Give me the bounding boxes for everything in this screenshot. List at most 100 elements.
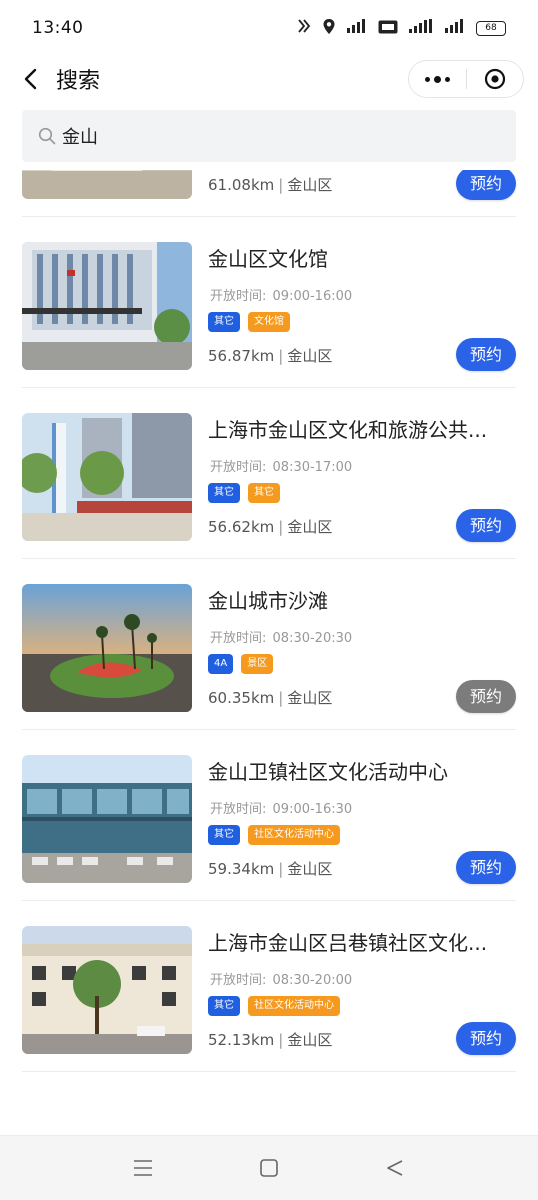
recent-apps-button[interactable] xyxy=(121,1146,165,1190)
signal-icon xyxy=(346,18,368,38)
mini-program-capsule xyxy=(408,60,524,98)
hours-label: 开放时间: xyxy=(210,460,267,475)
status-icons: 68 xyxy=(296,18,506,39)
back-button[interactable] xyxy=(10,59,50,99)
location-icon xyxy=(322,18,336,39)
nav-bar: 搜索 xyxy=(0,56,538,102)
venue-item[interactable]: 开放时间: 08:30-16:30 其它美术馆 61.08km|金山区 预约 xyxy=(22,170,516,217)
venue-title: 金山城市沙滩 xyxy=(208,589,328,613)
venue-title: 金山区文化馆 xyxy=(208,247,328,271)
more-dot-icon xyxy=(433,75,441,83)
venue-title: 上海市金山区吕巷镇社区文化... xyxy=(208,931,488,955)
book-button[interactable]: 预约 xyxy=(456,509,516,542)
venue-location: 60.35km | 金山区 xyxy=(208,687,332,708)
venue-list[interactable]: 开放时间: 08:30-16:30 其它美术馆 61.08km|金山区 预约 金… xyxy=(0,170,538,1135)
type-tag: 社区文化活动中心 xyxy=(248,825,340,845)
cellular-icon xyxy=(444,18,466,38)
menu-icon xyxy=(134,1160,152,1176)
type-tag: 其它 xyxy=(248,483,280,503)
venue-location: 56.87km | 金山区 xyxy=(208,345,332,366)
venue-item[interactable]: 金山城市沙滩 开放时间: 08:30-20:30 4A 景区 60.35km | 金山… xyxy=(22,559,516,730)
hours-value: 09:00-16:00 xyxy=(272,289,353,304)
status-time: 13:40 xyxy=(32,18,84,38)
system-back-button[interactable] xyxy=(373,1146,417,1190)
more-dot-icon xyxy=(444,76,450,82)
hours-label: 开放时间: xyxy=(210,802,267,817)
location-separator: | xyxy=(278,518,284,536)
venue-hours: 开放时间: 08:30-17:00 xyxy=(208,456,352,475)
location-separator: | xyxy=(278,347,284,365)
category-tag: 其它 xyxy=(208,996,240,1016)
wifi-signal-icon xyxy=(408,18,434,38)
venue-district: 金山区 xyxy=(287,689,333,707)
venue-tags: 4A 景区 xyxy=(208,654,274,674)
venue-distance: 56.87km xyxy=(208,347,275,365)
venue-distance: 52.13km xyxy=(208,1031,275,1049)
hours-value: 08:30-20:00 xyxy=(272,973,353,988)
type-tag: 文化馆 xyxy=(248,312,290,332)
venue-item[interactable]: 金山卫镇社区文化活动中心 开放时间: 09:00-16:30 其它 社区文化活动中… xyxy=(22,730,516,901)
location-separator: | xyxy=(278,1031,284,1049)
back-triangle-icon xyxy=(387,1160,403,1176)
venue-thumbnail xyxy=(22,926,192,1054)
book-button[interactable]: 预约 xyxy=(456,170,516,200)
book-button[interactable]: 预约 xyxy=(456,1022,516,1055)
book-button[interactable]: 预约 xyxy=(456,680,516,713)
hours-value: 08:30-17:00 xyxy=(272,460,353,475)
home-square-icon xyxy=(260,1159,278,1177)
book-button[interactable]: 预约 xyxy=(456,338,516,371)
venue-thumbnail xyxy=(22,242,192,370)
hours-label: 开放时间: xyxy=(210,631,267,646)
page-title: 搜索 xyxy=(56,69,101,94)
venue-location: 56.62km | 金山区 xyxy=(208,516,332,537)
venue-distance: 56.62km xyxy=(208,518,275,536)
venue-thumbnail xyxy=(22,584,192,712)
venue-title: 金山卫镇社区文化活动中心 xyxy=(208,760,448,784)
more-button[interactable] xyxy=(409,61,466,97)
venue-distance: 59.34km xyxy=(208,860,275,878)
system-nav-bar xyxy=(0,1135,538,1200)
hours-label: 开放时间: xyxy=(210,289,267,304)
close-mini-program-button[interactable] xyxy=(467,61,524,97)
battery-icon: 68 xyxy=(476,20,506,36)
venue-tags: 其它 其它 xyxy=(208,483,280,503)
search-bar xyxy=(0,102,538,170)
hd-icon xyxy=(378,19,398,38)
venue-district: 金山区 xyxy=(287,176,333,194)
venue-item[interactable]: 上海市金山区文化和旅游公共... 开放时间: 08:30-17:00 其它 其它 … xyxy=(22,388,516,559)
venue-item[interactable]: 上海市金山区吕巷镇社区文化... 开放时间: 08:30-20:00 其它 社区文… xyxy=(22,901,516,1072)
location-separator: | xyxy=(278,176,284,194)
search-box[interactable] xyxy=(22,110,516,162)
venue-item[interactable]: 金山区文化馆 开放时间: 09:00-16:00 其它 文化馆 56.87km | 金… xyxy=(22,217,516,388)
venue-district: 金山区 xyxy=(287,347,333,365)
venue-location: 59.34km | 金山区 xyxy=(208,858,332,879)
venue-district: 金山区 xyxy=(287,860,333,878)
back-arrow-icon xyxy=(24,68,37,90)
venue-tags: 其它 社区文化活动中心 xyxy=(208,996,340,1016)
location-separator: | xyxy=(278,860,284,878)
category-tag: 其它 xyxy=(208,825,240,845)
venue-location: 61.08km | 金山区 xyxy=(208,174,332,195)
type-tag: 社区文化活动中心 xyxy=(248,996,340,1016)
venue-distance: 60.35km xyxy=(208,689,275,707)
venue-hours: 开放时间: 09:00-16:30 xyxy=(208,798,352,817)
venue-location: 52.13km | 金山区 xyxy=(208,1029,332,1050)
category-tag: 其它 xyxy=(208,483,240,503)
category-tag: 其它 xyxy=(208,312,240,332)
home-button[interactable] xyxy=(247,1146,291,1190)
search-icon xyxy=(38,127,56,145)
book-button[interactable]: 预约 xyxy=(456,851,516,884)
hours-label: 开放时间: xyxy=(210,973,267,988)
location-separator: | xyxy=(278,689,284,707)
venue-district: 金山区 xyxy=(287,1031,333,1049)
venue-distance: 61.08km xyxy=(208,176,275,194)
hours-value: 08:30-20:30 xyxy=(272,631,353,646)
search-input[interactable] xyxy=(62,125,462,147)
venue-tags: 其它 文化馆 xyxy=(208,312,290,332)
venue-title: 上海市金山区文化和旅游公共... xyxy=(208,418,488,442)
more-dot-icon xyxy=(424,76,430,82)
venue-list-inner: 开放时间: 08:30-16:30 其它美术馆 61.08km|金山区 预约 金… xyxy=(0,170,538,1072)
venue-hours: 开放时间: 08:30-20:00 xyxy=(208,969,352,988)
venue-thumbnail xyxy=(22,755,192,883)
venue-thumbnail xyxy=(22,170,192,199)
